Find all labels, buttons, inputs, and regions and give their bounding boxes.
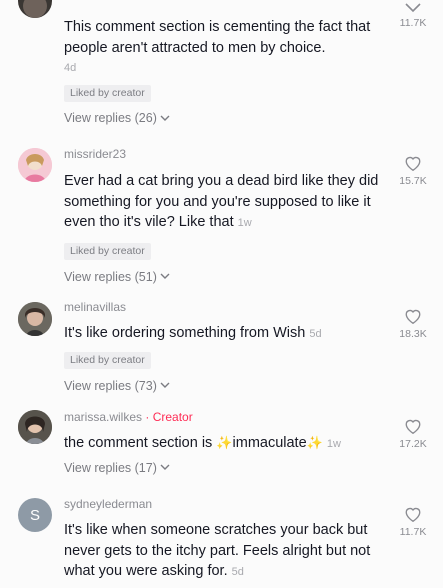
liked-by-creator-badge: Liked by creator (64, 351, 151, 369)
comment-username[interactable]: melinavillas (64, 300, 387, 314)
comment-item: missrider23 Ever had a cat bring you a d… (0, 145, 443, 285)
heart-outline-icon[interactable] (404, 2, 422, 14)
comment-time: 5d (231, 566, 244, 578)
view-replies-label: View replies (73) (64, 378, 157, 393)
comment-time: 5d (309, 328, 322, 340)
view-replies-label: View replies (26) (64, 111, 157, 125)
avatar[interactable] (18, 0, 52, 18)
view-replies-button[interactable]: View replies (26) (64, 111, 387, 125)
chevron-down-icon (160, 115, 170, 121)
view-replies-button[interactable]: View replies (73) (64, 379, 387, 393)
comment-time: 4d (64, 62, 77, 74)
comment-item: marissa.wilkes · Creator the comment sec… (0, 408, 443, 488)
avatar[interactable] (18, 410, 52, 444)
like-count: 11.7K (399, 526, 427, 538)
like-column: 17.2K (383, 418, 443, 450)
liked-by-creator-badge: Liked by creator (64, 85, 151, 102)
like-count: 11.7K (399, 17, 427, 29)
comment-username[interactable]: sydneylederman (64, 497, 387, 511)
comment-username[interactable]: marissa.wilkes · Creator (64, 410, 387, 424)
chevron-down-icon (160, 273, 170, 279)
heart-outline-icon[interactable] (404, 308, 422, 325)
heart-outline-icon[interactable] (404, 506, 422, 523)
view-replies-button[interactable]: View replies (51) (64, 270, 387, 284)
comment-username[interactable]: missrider23 (64, 147, 387, 161)
like-column: 15.7K (383, 155, 443, 187)
heart-outline-icon[interactable] (404, 418, 422, 435)
heart-outline-icon[interactable] (404, 155, 422, 172)
view-replies-label: View replies (17) (64, 460, 157, 475)
chevron-down-icon (160, 464, 170, 470)
comment-item: melinavillas It's like ordering somethin… (0, 298, 443, 398)
chevron-down-icon (160, 382, 170, 388)
sparkle-emoji: ✨ (216, 435, 233, 450)
comment-text: the comment section is ✨immaculate✨ 1w (64, 435, 341, 451)
view-replies-label: View replies (51) (64, 269, 157, 284)
avatar[interactable] (18, 302, 52, 336)
comment-text: It's like ordering something from Wish 5… (64, 325, 322, 341)
comment-text: It's like when someone scratches your ba… (64, 522, 371, 579)
sparkle-emoji: ✨ (306, 435, 323, 450)
liked-by-creator-badge: Liked by creator (64, 242, 151, 260)
like-count: 15.7K (399, 175, 427, 187)
comment-item: This comment section is cementing the fa… (0, 0, 443, 140)
comment-time: 1w (326, 438, 341, 450)
comment-item: S sydneylederman It's like when someone … (0, 496, 443, 588)
view-replies-button[interactable]: View replies (17) (64, 461, 387, 475)
like-column: 11.7K (383, 2, 443, 29)
like-count: 17.2K (399, 438, 427, 450)
comment-text: This comment section is cementing the fa… (64, 19, 371, 56)
avatar[interactable] (18, 148, 52, 182)
like-count: 18.3K (399, 328, 427, 340)
creator-tag: · Creator (145, 410, 193, 424)
comment-text: Ever had a cat bring you a dead bird lik… (64, 173, 379, 230)
like-column: 11.7K (383, 506, 443, 538)
comment-time: 1w (237, 217, 252, 229)
avatar[interactable]: S (18, 498, 52, 532)
like-column: 18.3K (383, 308, 443, 340)
avatar-initial: S (29, 506, 40, 524)
